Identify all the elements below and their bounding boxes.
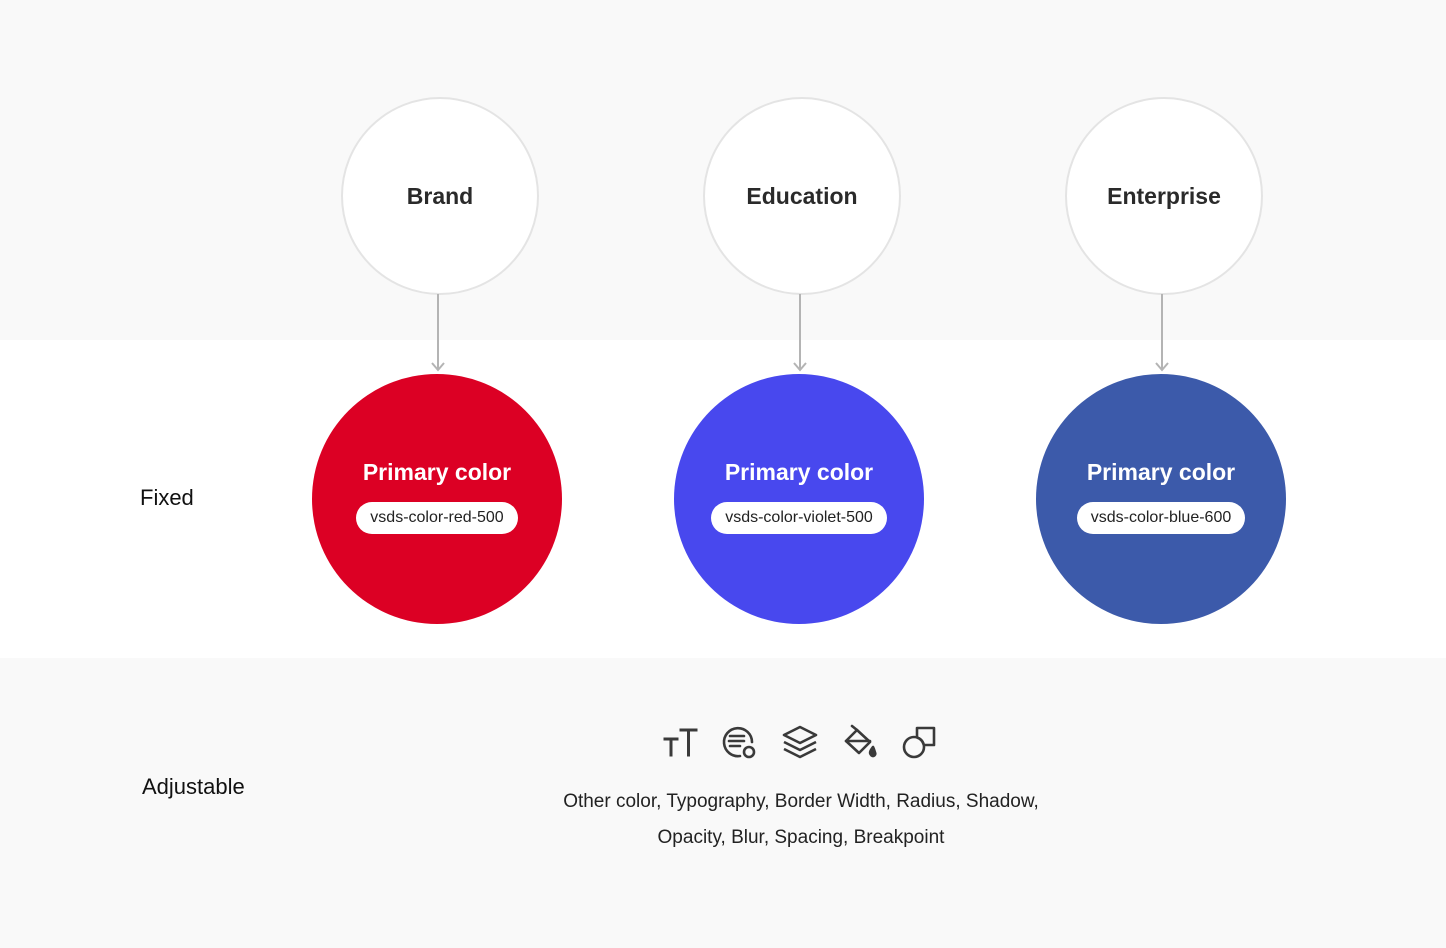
product-circle-brand: Brand bbox=[341, 97, 539, 295]
primary-color-title: Primary color bbox=[1086, 458, 1236, 485]
adjustable-icons bbox=[660, 722, 940, 762]
arrow-down-icon bbox=[431, 294, 445, 372]
color-token-pill: vsds-color-red-500 bbox=[356, 501, 518, 534]
primary-color-enterprise: Primary color vsds-color-blue-600 bbox=[1036, 374, 1286, 624]
fixed-label: Fixed bbox=[140, 485, 194, 510]
adjustable-label: Adjustable bbox=[142, 774, 245, 799]
primary-color-brand: Primary color vsds-color-red-500 bbox=[312, 374, 562, 624]
primary-color-title: Primary color bbox=[724, 458, 874, 485]
color-swatch-icon bbox=[722, 726, 756, 759]
product-name: Brand bbox=[406, 182, 474, 209]
product-name: Enterprise bbox=[1107, 182, 1221, 209]
product-circle-education: Education bbox=[703, 97, 901, 295]
adjustable-properties-line: Other color, Typography, Border Width, R… bbox=[563, 791, 1039, 812]
arrow-down-icon bbox=[1155, 294, 1169, 372]
product-circle-enterprise: Enterprise bbox=[1065, 97, 1263, 295]
layers-icon bbox=[782, 725, 818, 759]
adjustable-properties-line: Opacity, Blur, Spacing, Breakpoint bbox=[657, 827, 945, 848]
shapes-icon bbox=[902, 726, 936, 759]
primary-color-education: Primary color vsds-color-violet-500 bbox=[674, 374, 924, 624]
primary-color-title: Primary color bbox=[362, 458, 512, 485]
adjustable-properties: Other color, Typography, Border Width, R… bbox=[500, 784, 1102, 856]
arrow-down-icon bbox=[793, 294, 807, 372]
color-token-pill: vsds-color-violet-500 bbox=[711, 501, 887, 534]
typography-icon bbox=[663, 728, 698, 757]
product-name: Education bbox=[746, 182, 858, 209]
color-token-pill: vsds-color-blue-600 bbox=[1076, 501, 1246, 534]
paint-bucket-icon bbox=[844, 724, 877, 758]
